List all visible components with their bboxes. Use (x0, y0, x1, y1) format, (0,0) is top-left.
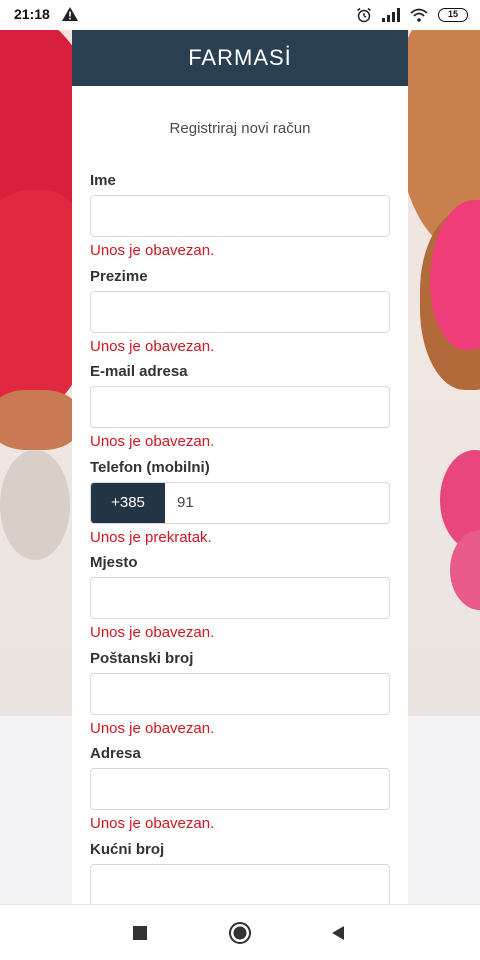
city-input[interactable] (90, 577, 390, 619)
signal-icon (382, 8, 400, 22)
status-bar: 21:18 15 (0, 0, 480, 30)
postal-code-input[interactable] (90, 672, 390, 715)
page-title: Registriraj novi račun (169, 120, 311, 137)
error-message: Unos je obavezan. (90, 815, 215, 832)
field-email: E-mail adresa Unos je obavezan. (90, 363, 390, 459)
phone-input-group: +385 91 (90, 481, 390, 524)
status-icons: 15 (356, 5, 468, 25)
email-input[interactable] (90, 386, 390, 428)
error-message: Unos je obavezan. (90, 242, 215, 259)
battery-icon: 15 (438, 8, 468, 22)
field-label: Ime (90, 172, 116, 189)
navigation-bar (0, 904, 480, 960)
field-first-name: Ime Unos je obavezan. (90, 172, 390, 268)
recent-apps-icon (133, 926, 147, 940)
field-last-name: Prezime Unos je obavezan. (90, 268, 390, 364)
header-bar: FARMASİ (72, 30, 408, 86)
registration-form: Ime Unos je obavezan. Prezime Unos je ob… (90, 172, 390, 904)
error-message: Unos je prekratak. (90, 528, 212, 546)
error-message: Unos je obavezan. (90, 719, 215, 737)
field-label: Telefon (mobilni) (90, 458, 210, 476)
field-label: Kućni broj (90, 840, 165, 858)
country-code-prefix[interactable]: +385 (91, 482, 165, 523)
house-number-input[interactable] (90, 863, 390, 904)
field-phone: Telefon (mobilni) +385 91 Unos je prekra… (90, 459, 390, 555)
field-postal-code: Poštanski broj Unos je obavezan. (90, 650, 390, 746)
recent-apps-button[interactable] (126, 919, 154, 947)
first-name-input[interactable] (90, 195, 390, 237)
field-house-number: Kućni broj (90, 840, 390, 904)
field-address: Adresa Unos je obavezan. (90, 745, 390, 841)
wifi-icon (410, 8, 428, 22)
field-label: Adresa (90, 745, 141, 762)
phone-input[interactable]: 91 (165, 483, 389, 523)
field-label: Prezime (90, 267, 148, 285)
error-message: Unos je obavezan. (90, 337, 215, 355)
field-label: Mjesto (90, 554, 138, 571)
address-input[interactable] (90, 768, 390, 810)
back-button[interactable] (324, 919, 352, 947)
registration-card: FARMASİ Registriraj novi račun Ime Unos … (72, 30, 408, 904)
back-icon (332, 926, 344, 940)
home-button[interactable] (226, 919, 254, 947)
error-message: Unos je obavezan. (90, 624, 215, 641)
brand-logo: FARMASİ (188, 45, 292, 70)
alarm-icon (357, 7, 371, 23)
error-message: Unos je obavezan. (90, 433, 215, 450)
status-time: 21:18 (14, 6, 50, 22)
field-label: E-mail adresa (90, 363, 188, 380)
last-name-input[interactable] (90, 290, 390, 333)
field-city: Mjesto Unos je obavezan. (90, 554, 390, 650)
home-icon (229, 922, 251, 944)
field-label: Poštanski broj (90, 649, 194, 667)
warning-triangle-icon (62, 7, 78, 21)
